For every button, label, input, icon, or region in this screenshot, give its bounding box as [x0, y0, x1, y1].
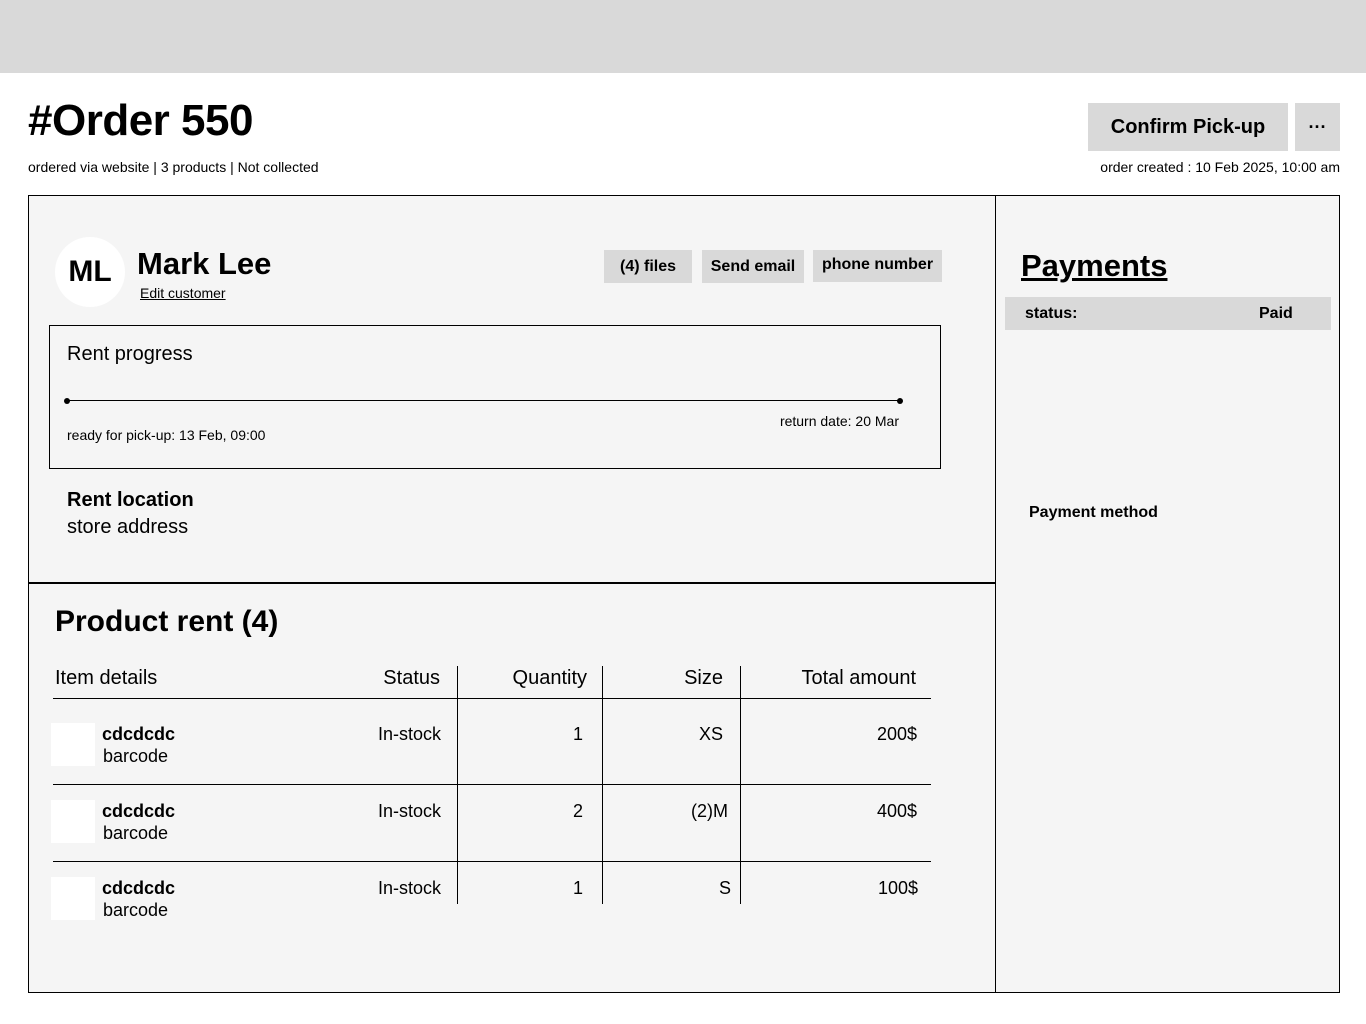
item-name: cdcdcdc — [102, 801, 176, 821]
item-quantity: 2 — [572, 801, 583, 821]
column-divider — [602, 666, 603, 904]
column-header-status: Status — [383, 667, 440, 689]
item-status: In-stock — [377, 724, 441, 744]
avatar: ML — [55, 237, 125, 307]
return-date: return date: 20 Mar — [779, 413, 899, 429]
item-size: S — [718, 878, 731, 898]
column-header-item-details: Item details — [55, 667, 158, 689]
rent-progress-title: Rent progress — [67, 343, 193, 365]
horizontal-divider — [28, 582, 996, 584]
more-icon: ··· — [1308, 116, 1327, 137]
product-thumbnail — [51, 877, 95, 920]
confirm-pickup-button[interactable]: Confirm Pick-up — [1088, 103, 1288, 151]
item-total: 200$ — [876, 724, 917, 744]
item-total: 100$ — [877, 878, 918, 898]
item-quantity: 1 — [572, 878, 583, 898]
product-thumbnail — [51, 800, 95, 843]
payment-method-label: Payment method — [1029, 504, 1158, 521]
page-title: #Order 550 — [28, 96, 253, 145]
order-created-date: order created : 10 Feb 2025, 10:00 am — [1100, 159, 1340, 175]
row-divider — [53, 784, 931, 785]
product-rent-title: Product rent (4) — [55, 605, 279, 638]
item-total: 400$ — [876, 801, 917, 821]
column-header-total-amount: Total amount — [801, 667, 916, 689]
item-barcode: barcode — [103, 823, 169, 843]
item-quantity: 1 — [572, 724, 583, 744]
row-divider — [53, 861, 931, 862]
more-options-button[interactable]: ··· — [1295, 103, 1340, 151]
order-meta: ordered via website | 3 products | Not c… — [28, 159, 319, 175]
edit-customer-link[interactable]: Edit customer — [140, 284, 226, 302]
item-barcode: barcode — [103, 900, 169, 920]
column-divider — [457, 666, 458, 904]
progress-end-dot — [897, 398, 903, 404]
top-bar — [0, 0, 1366, 73]
payments-title: Payments — [1021, 248, 1168, 283]
item-name: cdcdcdc — [102, 724, 176, 744]
rent-location-title: Rent location — [67, 489, 194, 511]
item-size: XS — [698, 724, 723, 744]
header-row-divider — [53, 698, 931, 699]
pickup-date: ready for pick-up: 13 Feb, 09:00 — [67, 427, 266, 443]
column-header-quantity: Quantity — [512, 667, 587, 689]
customer-name: Mark Lee — [137, 246, 272, 281]
files-button[interactable]: (4) files — [604, 250, 692, 283]
column-header-size: Size — [684, 667, 723, 689]
product-thumbnail — [51, 723, 95, 766]
rent-location-value: store address — [67, 516, 189, 538]
progress-start-dot — [64, 398, 70, 404]
item-barcode: barcode — [103, 746, 169, 766]
payment-status-label: status: — [1025, 305, 1078, 322]
item-status: In-stock — [377, 801, 441, 821]
item-size: (2)M — [691, 801, 728, 821]
column-divider — [740, 666, 741, 904]
rent-progress-line — [67, 400, 900, 401]
item-name: cdcdcdc — [102, 878, 176, 898]
vertical-divider — [995, 195, 996, 993]
item-status: In-stock — [377, 878, 441, 898]
payment-status-badge: Paid — [1259, 305, 1293, 322]
send-email-button[interactable]: Send email — [702, 250, 804, 283]
phone-number-button[interactable]: phone number — [813, 250, 942, 282]
